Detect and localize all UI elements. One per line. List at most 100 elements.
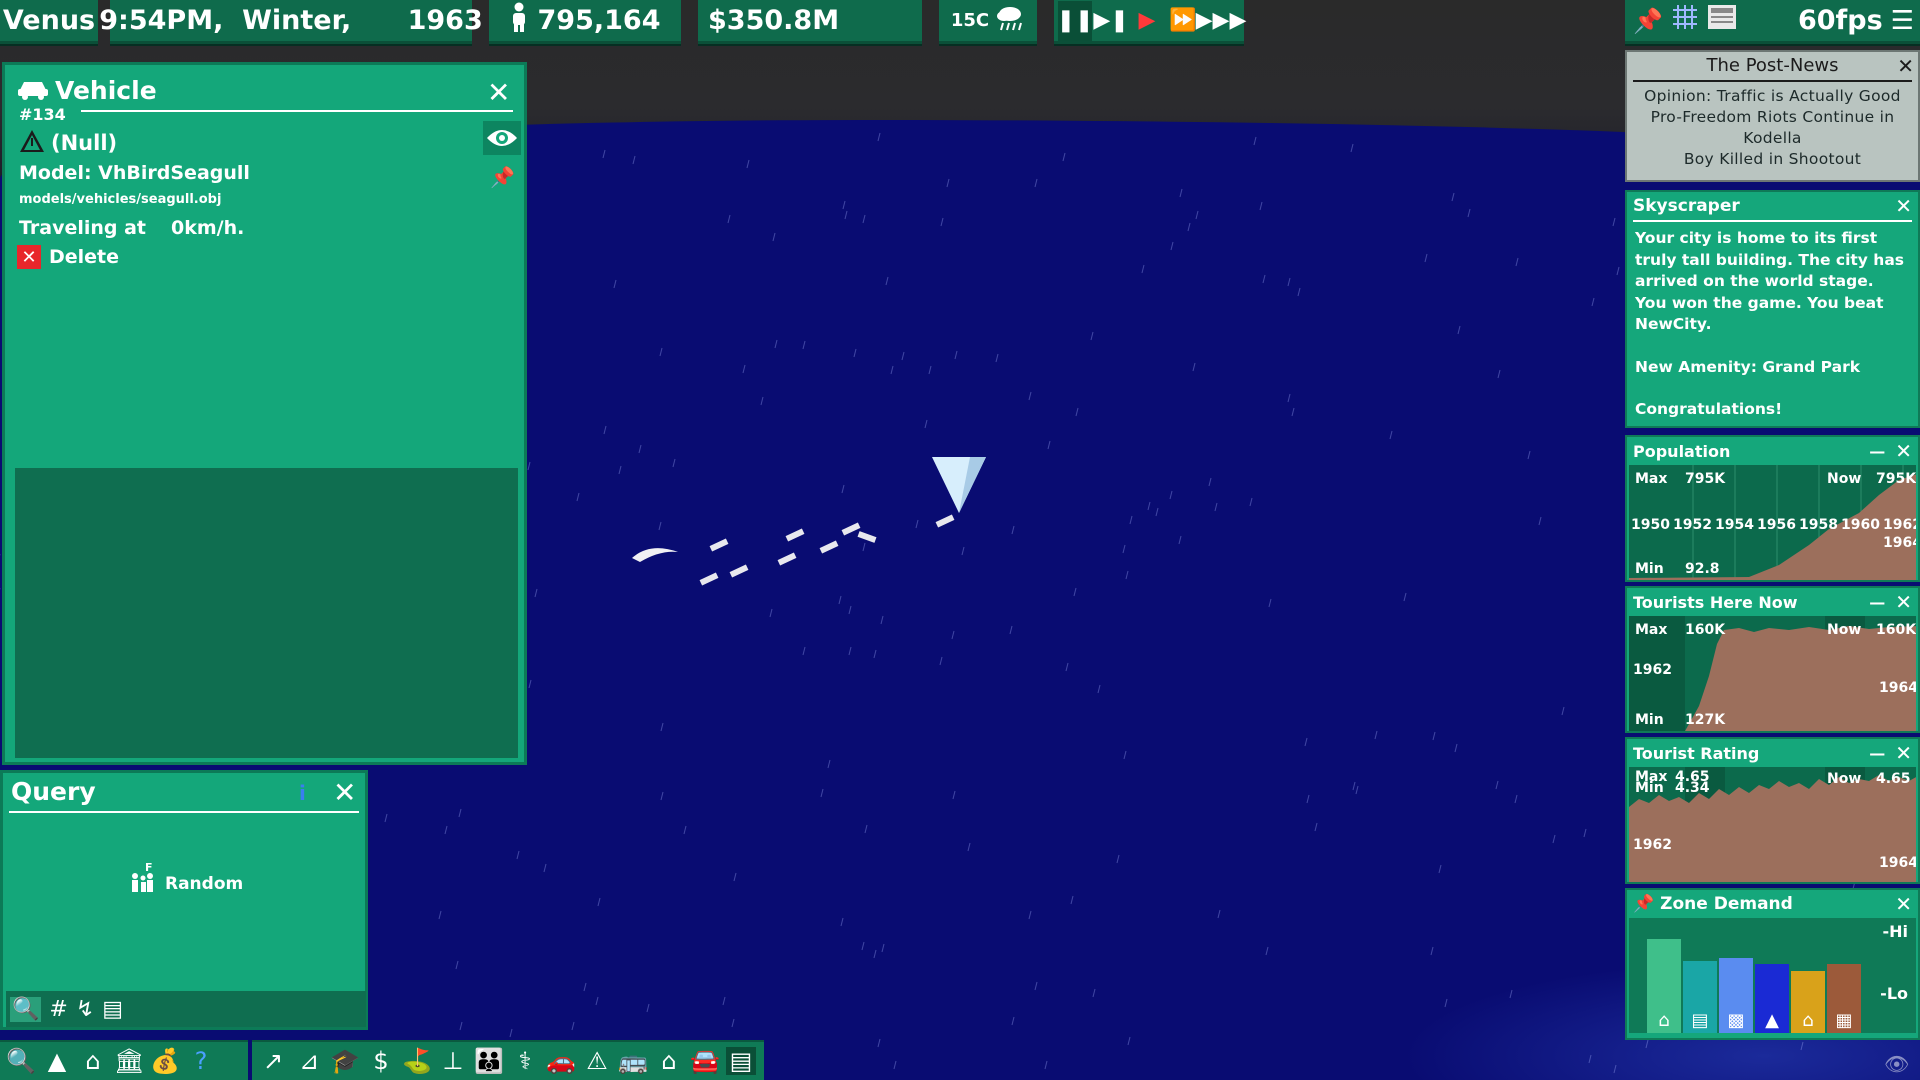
newspaper-icon[interactable]	[1707, 4, 1737, 37]
seagull-shadow	[819, 540, 839, 554]
rating-area	[1629, 775, 1916, 882]
population-graph-panel: Population — ✕ Max 795K Now 795K 1950 19…	[1625, 435, 1920, 582]
zone-demand-pin-icon[interactable]: 📌	[1633, 894, 1654, 914]
bottom-toolbar-right: ↗ ⊿ 🎓 $ ⛳ ⊥ 👪 ⚕ 🚗 ⚠ 🚌 ⌂ 🚘 ▤	[252, 1040, 764, 1080]
minimize-icon[interactable]: —	[1869, 442, 1885, 461]
vehicle-panel-close-icon[interactable]: ✕	[487, 79, 510, 107]
bus-icon[interactable]: 🚌	[618, 1047, 648, 1075]
people-icon[interactable]: 👪	[474, 1047, 504, 1075]
population-graph-close-icon[interactable]: ✕	[1895, 441, 1912, 461]
tourists-graph[interactable]: Max 160K Now 160K 1962 1964 Min 127K	[1629, 616, 1916, 731]
monument-icon[interactable]: ⊥	[438, 1047, 468, 1075]
query-grid-icon[interactable]: #	[49, 997, 67, 1022]
news-feed-icon[interactable]: ▤	[726, 1047, 756, 1075]
vehicle-driver[interactable]: (Null)	[51, 131, 117, 155]
news-panel[interactable]: The Post-News ✕ Opinion: Traffic is Actu…	[1625, 50, 1920, 182]
news-headline[interactable]: Boy Killed in Shootout	[1627, 149, 1918, 170]
random-query-button[interactable]: F Random	[129, 861, 244, 897]
pin-icon[interactable]: 📌	[1633, 7, 1663, 35]
vehicle-model: Model: VhBirdSeagull	[19, 162, 250, 184]
finance-icon[interactable]: $	[366, 1047, 396, 1075]
building-tool-icon[interactable]: 🏛	[114, 1047, 144, 1075]
fps-counter: 60fps	[1797, 5, 1883, 36]
pause-icon[interactable]: ❚❚	[1057, 0, 1093, 41]
vehicle-icon[interactable]: 🚗	[546, 1047, 576, 1075]
population-graph[interactable]: Max 795K Now 795K 1950 1952 1954 1956 19…	[1629, 465, 1916, 580]
fastest-forward-icon[interactable]: ▶▶▶	[1196, 1, 1247, 41]
delete-x-icon: ✕	[17, 245, 41, 269]
skyscraper-header: Skyscraper ✕	[1627, 192, 1918, 220]
car-service-icon[interactable]: 🚘	[690, 1047, 720, 1075]
help-icon[interactable]: ?	[186, 1047, 216, 1075]
transit-icon[interactable]: ↗	[258, 1047, 288, 1075]
health-icon[interactable]: ⚕	[510, 1047, 540, 1075]
rating-graph-plot	[1629, 767, 1916, 882]
query-route-icon[interactable]: ↯	[76, 997, 94, 1022]
tourists-end-year: 1964	[1879, 680, 1916, 696]
rating-min-value: 4.34	[1675, 780, 1710, 796]
seagull-shadow	[841, 522, 861, 536]
vehicle-id: #134	[19, 105, 66, 124]
skyscraper-close-icon[interactable]: ✕	[1895, 196, 1912, 216]
traffic-icon[interactable]: ⚠	[582, 1047, 612, 1075]
tourists-graph-close-icon[interactable]: ✕	[1895, 592, 1912, 612]
warning-icon	[19, 129, 45, 157]
education-icon[interactable]: 🎓	[330, 1047, 360, 1075]
query-panel-close-icon[interactable]: ✕	[333, 779, 356, 807]
random-label: Random	[165, 874, 244, 894]
population-graph-title: Population	[1633, 441, 1731, 461]
query-tool-icon[interactable]: 🔍	[6, 1047, 36, 1075]
query-list-icon[interactable]: ▤	[102, 997, 123, 1022]
news-title: The Post-News	[1706, 55, 1839, 76]
police-icon[interactable]: ⊿	[294, 1047, 324, 1075]
vehicle-camera-view[interactable]	[15, 468, 518, 758]
date-time-display[interactable]: 9:54PM, Winter, 1963	[99, 0, 483, 44]
bottom-toolbar-left: 🔍 ▲ ⌂ 🏛 💰 ?	[0, 1040, 248, 1080]
step-icon[interactable]: ▶❚	[1093, 1, 1128, 41]
grid-icon[interactable]	[1671, 3, 1699, 38]
query-search-icon[interactable]: 🔍	[10, 996, 42, 1022]
government-zone-icon: ▦	[1835, 1010, 1853, 1031]
delete-button[interactable]: ✕ Delete	[17, 245, 119, 269]
top-right-tools: 📌 60fps ☰	[1625, 0, 1920, 44]
parks-icon[interactable]: ⛳	[402, 1047, 432, 1075]
road-tool-icon[interactable]: ▲	[42, 1047, 72, 1075]
pop-max-label: Max	[1635, 471, 1668, 487]
query-title-divider	[9, 811, 359, 813]
selection-marker-icon	[932, 457, 986, 513]
minimize-icon[interactable]: —	[1869, 593, 1885, 612]
news-headline[interactable]: Opinion: Traffic is Actually Good	[1627, 86, 1918, 107]
pop-year-label: 1952	[1673, 517, 1712, 533]
budget-display[interactable]: $350.8M	[698, 0, 922, 44]
pin-panel-icon[interactable]: 📌	[490, 165, 515, 189]
news-headline[interactable]: Kodella	[1627, 128, 1918, 149]
money-value: $350.8M	[708, 5, 840, 36]
news-headline[interactable]: Pro-Freedom Riots Continue in	[1627, 107, 1918, 128]
residential-zone-icon: ⌂	[1658, 1010, 1670, 1031]
zone-tool-icon[interactable]: ⌂	[78, 1047, 108, 1075]
news-divider	[1633, 80, 1912, 82]
budget-tool-icon[interactable]: 💰	[150, 1047, 180, 1075]
weather-display[interactable]: 15C	[939, 0, 1037, 44]
camera-eye-icon[interactable]: 👁	[1884, 1052, 1909, 1076]
minimize-icon[interactable]: —	[1869, 744, 1885, 763]
info-icon[interactable]: i	[299, 781, 317, 805]
population-display[interactable]: 795,164	[489, 0, 681, 44]
play-icon[interactable]: ▶	[1130, 1, 1164, 41]
zone-demand-title: Zone Demand	[1660, 894, 1793, 914]
zone-demand-bars[interactable]: -Hi -Lo ⌂ ▤ ▩ ▲ ⌂ ▦	[1629, 918, 1916, 1033]
menu-icon[interactable]: ☰	[1891, 6, 1914, 36]
news-close-icon[interactable]: ✕	[1897, 56, 1914, 76]
zone-bar-farm: ⌂	[1791, 971, 1825, 1033]
rating-graph-close-icon[interactable]: ✕	[1895, 743, 1912, 763]
zone-demand-close-icon[interactable]: ✕	[1895, 894, 1912, 914]
housing-icon[interactable]: ⌂	[654, 1047, 684, 1075]
seagull-shadow	[729, 564, 749, 578]
news-header: The Post-News ✕	[1627, 52, 1918, 80]
pop-now-label: Now	[1827, 471, 1862, 487]
zone-bar-government: ▦	[1827, 964, 1861, 1033]
follow-eye-icon[interactable]	[483, 121, 521, 155]
rating-graph[interactable]: Max 4.65 Min 4.34 Now 4.65 1962 1964	[1629, 767, 1916, 882]
city-name[interactable]: Venus	[0, 0, 98, 44]
tourists-graph-header: Tourists Here Now — ✕	[1627, 588, 1918, 616]
